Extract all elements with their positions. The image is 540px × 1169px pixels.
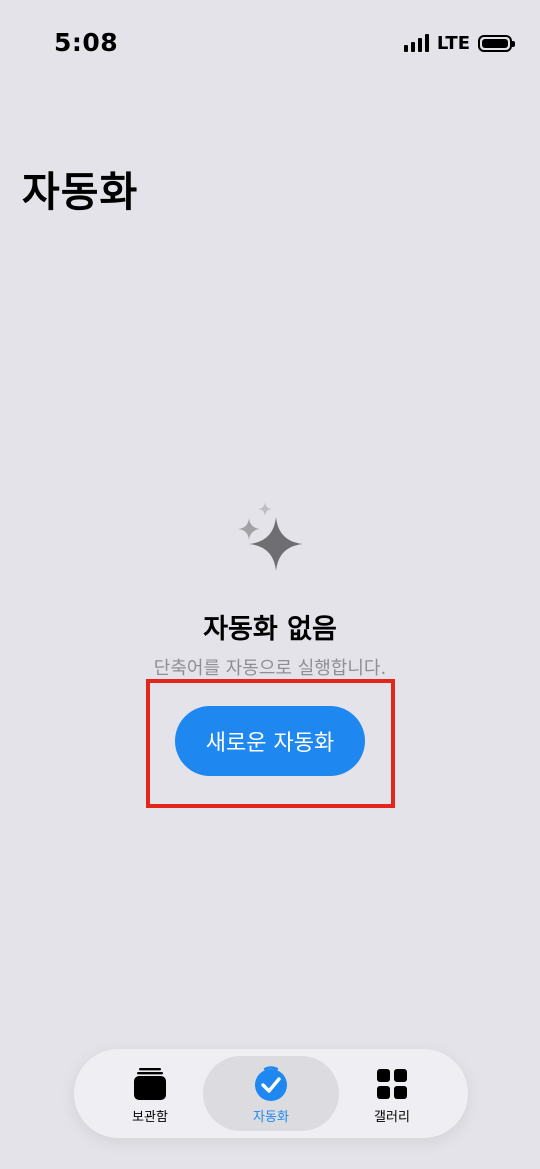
tab-label: 보관함 <box>132 1110 168 1125</box>
tab-bar: 보관함 자동화 갤러리 <box>74 1049 468 1138</box>
battery-icon <box>478 34 515 52</box>
status-bar: 5:08 LTE <box>0 0 540 90</box>
status-indicators: LTE <box>403 31 515 55</box>
checkmark-circle-icon <box>255 1066 287 1101</box>
status-time: 5:08 <box>54 28 119 57</box>
tab-library[interactable]: 보관함 <box>82 1056 218 1131</box>
sparkles-icon <box>238 502 303 571</box>
network-type: LTE <box>436 32 470 54</box>
signal-icon <box>403 34 429 52</box>
page-title: 자동화 <box>22 168 139 216</box>
tab-gallery[interactable]: 갤러리 <box>324 1056 460 1131</box>
new-automation-button[interactable]: 새로운 자동화 <box>175 706 365 776</box>
empty-state: 자동화 없음 단축어를 자동으로 실행합니다. <box>0 495 540 680</box>
grid-icon <box>377 1069 407 1099</box>
empty-state-title: 자동화 없음 <box>203 614 337 645</box>
tab-label: 자동화 <box>253 1110 289 1125</box>
tab-label: 갤러리 <box>374 1110 410 1125</box>
library-stack-icon <box>134 1068 166 1100</box>
tab-automation[interactable]: 자동화 <box>203 1056 339 1131</box>
empty-state-subtitle: 단축어를 자동으로 실행합니다. <box>153 658 387 679</box>
